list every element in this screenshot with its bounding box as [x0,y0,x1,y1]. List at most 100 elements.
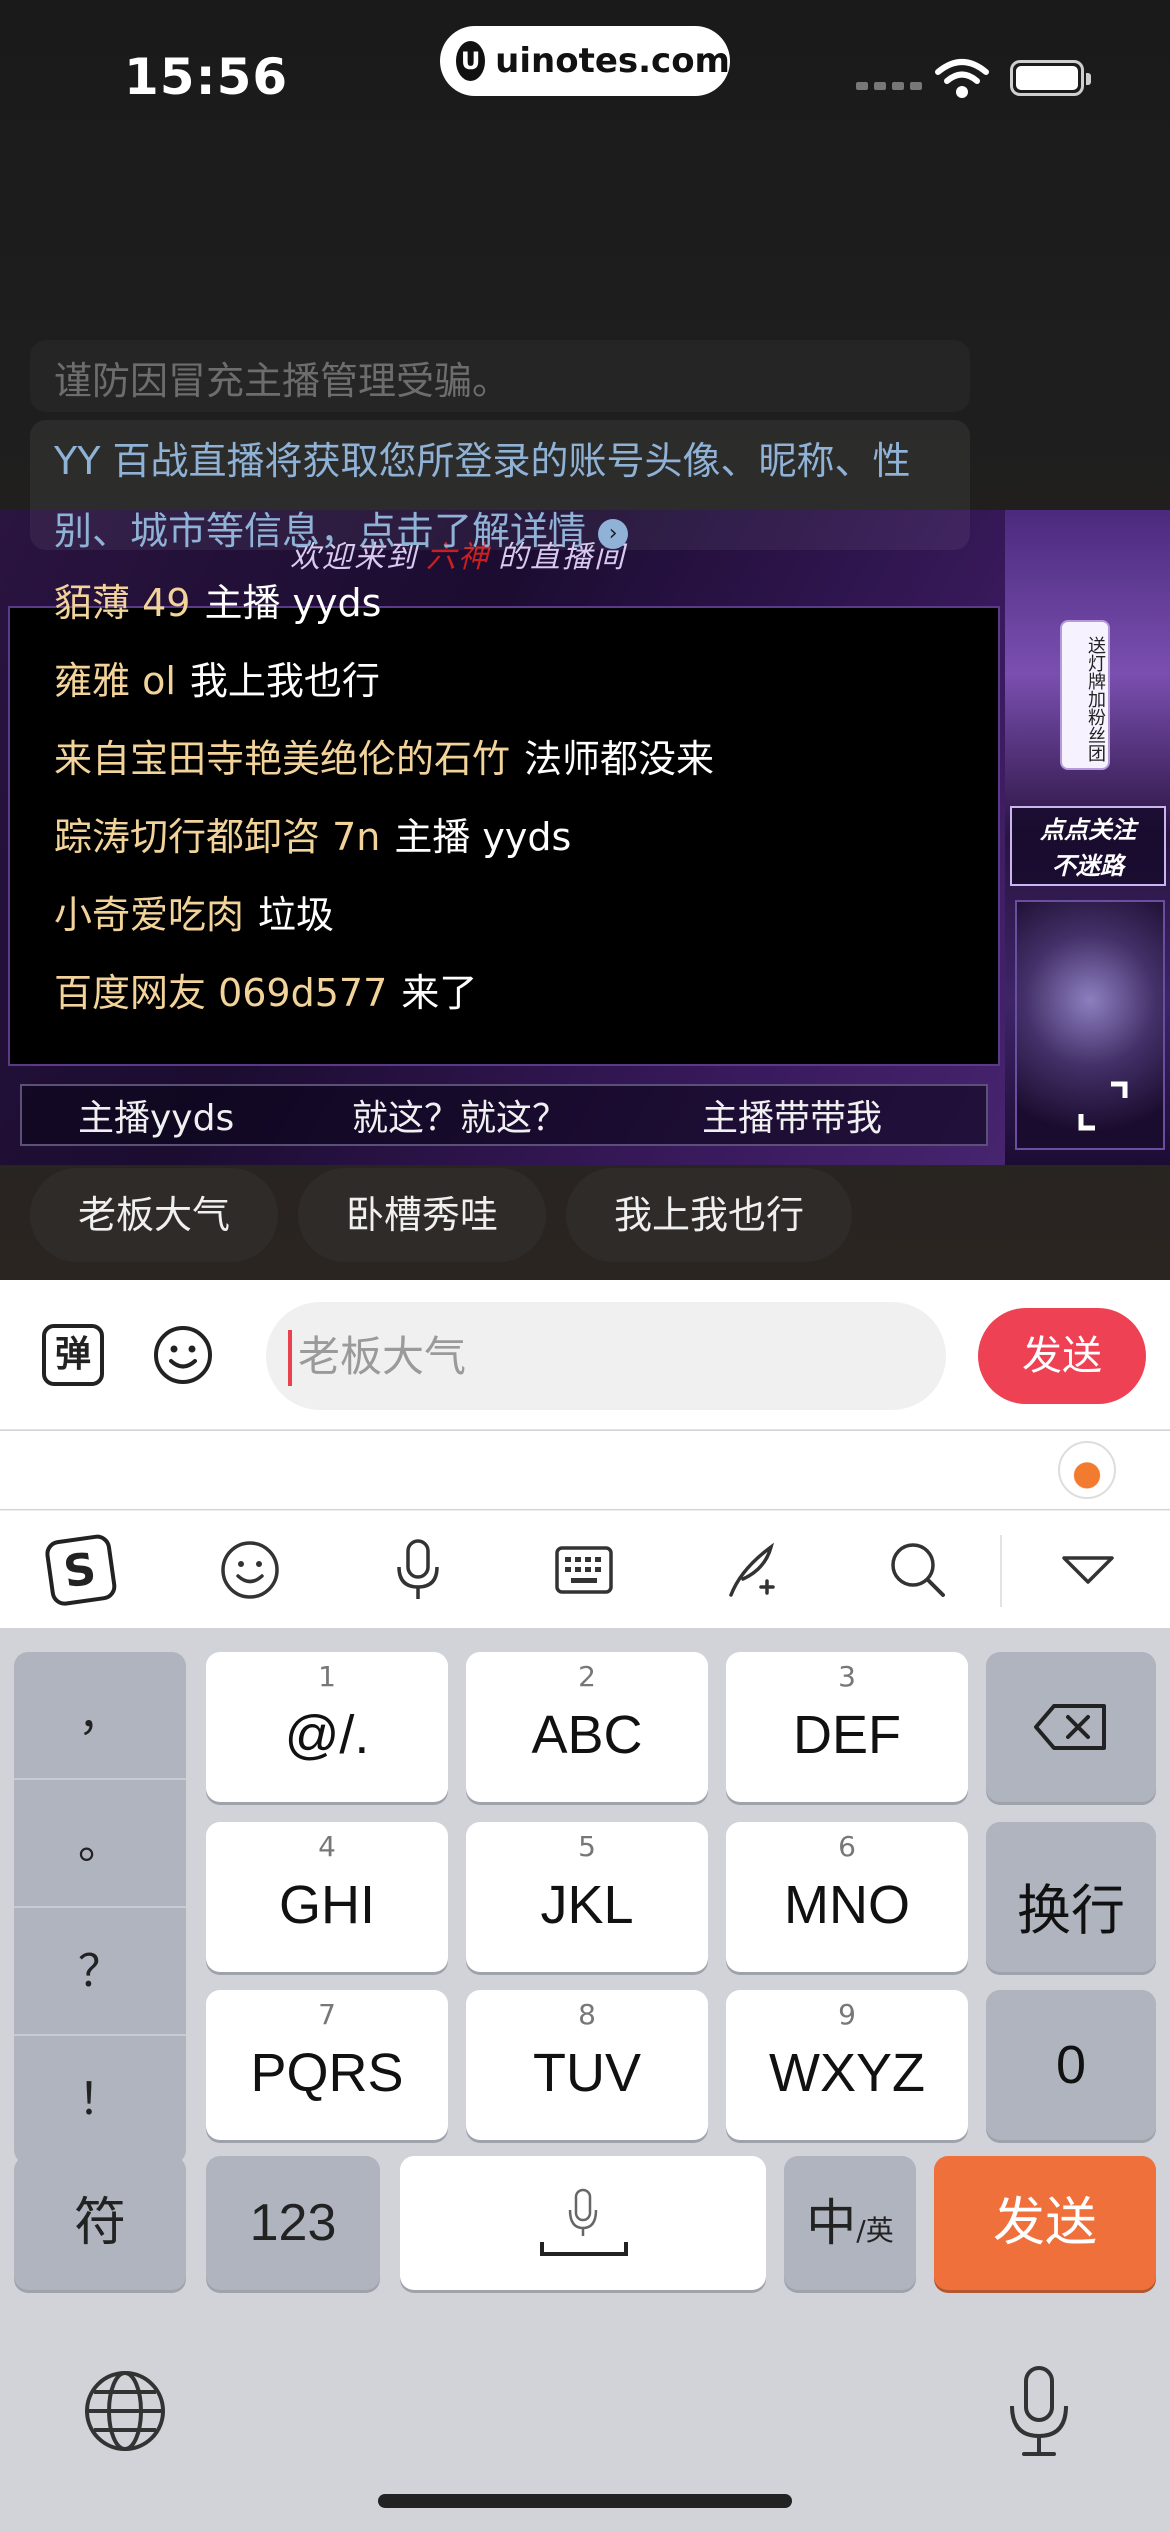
suggestion-chips: 老板大气 卧槽秀哇 我上我也行 [30,1168,853,1262]
key-number: 5 [578,1830,596,1863]
suggestion-chip[interactable]: 卧槽秀哇 [298,1168,547,1262]
privacy-text: YY 百战直播将获取您所登录的账号头像、昵称、性别、城市等信息，点击了解详情 [54,439,911,553]
key-0[interactable]: 0 [986,1990,1156,2140]
key-number: 9 [838,1998,856,2031]
chat-message: 来自宝田寺艳美绝伦的石竹 法师都没来 [54,728,714,806]
key-number: 6 [838,1830,856,1863]
chat-user[interactable]: 貊薄 49 [54,581,190,625]
chat-text: 主播 yyds [204,581,382,625]
quick-phrase[interactable]: 就这？就这？ [352,1089,568,1141]
key-letters: DEF [793,1705,901,1765]
privacy-notice[interactable]: YY 百战直播将获取您所登录的账号头像、昵称、性别、城市等信息，点击了解详情 › [30,420,970,553]
globe-icon[interactable] [82,2368,168,2454]
follow-tag[interactable]: 点点关注 不迷路 [1010,806,1166,886]
quick-phrase-bar: 主播yyds 就这？就这？ 主播带带我 [20,1084,988,1146]
chat-text: 法师都没来 [524,737,715,781]
status-time: 15:56 [124,48,289,106]
search-icon[interactable] [878,1535,958,1605]
danmu-toggle-button[interactable]: 弹 [42,1324,104,1386]
key-2[interactable]: 2 ABC [466,1652,708,1802]
key-5[interactable]: 5 JKL [466,1822,708,1972]
send-button[interactable]: 发送 [978,1308,1146,1404]
follow-tag-line2: 不迷路 [1052,852,1124,880]
punct-key[interactable]: ， [14,1652,186,1780]
site-logo-icon: U [456,41,486,81]
lang-main: 中 [806,2194,857,2252]
chat-message: 小奇爱吃肉 垃圾 [54,884,714,962]
chat-text: 我上我也行 [189,659,380,703]
keyboard-toolbar: S [0,1510,1170,1628]
url-pill[interactable]: U uinotes.com [440,26,730,96]
ime-mascot-icon[interactable] [1058,1441,1116,1499]
chat-message: 貊薄 49 主播 yyds [54,572,714,650]
chat-message: 雍雅 ol 我上我也行 [54,650,714,728]
key-8[interactable]: 8 TUV [466,1990,708,2140]
toolbar-divider [1000,1535,1002,1607]
key-number: 1 [318,1660,336,1693]
space-mic-icon [540,2188,628,2256]
key-9[interactable]: 9 WXYZ [726,1990,968,2140]
fan-club-tag[interactable]: 送灯牌加粉丝团 [1060,620,1110,770]
punct-key[interactable]: ！ [14,2036,186,2164]
lang-sub: /英 [856,2214,894,2247]
comment-input[interactable] [266,1302,946,1410]
fraud-warning: 谨防因冒充主播管理受骗。 [30,340,970,412]
key-3[interactable]: 3 DEF [726,1652,968,1802]
chat-user[interactable]: 百度网友 069d577 [54,971,387,1015]
key-7[interactable]: 7 PQRS [206,1990,448,2140]
newline-label: 换行 [1017,1881,1125,1941]
chat-list: 貊薄 49 主播 yyds 雍雅 ol 我上我也行 来自宝田寺艳美绝伦的石竹 法师都没… [54,572,714,1040]
live-room: 15:56 U uinotes.com 谨防因冒充主播管理受骗。 欢迎来到 六神的… [0,0,1170,1280]
key-number: 8 [578,1998,596,2031]
newline-key[interactable]: 换行 [986,1822,1156,1972]
chat-user[interactable]: 踪涛切行都卸咨 7n [54,815,380,859]
emoji-icon[interactable] [152,1324,214,1386]
keyboard-send-key[interactable]: 发送 [934,2156,1156,2290]
ime-candidate-bar [0,1431,1170,1509]
arrow-right-icon: › [598,518,629,549]
key-6[interactable]: 6 MNO [726,1822,968,1972]
symbol-key[interactable]: 符 [14,2156,186,2290]
space-key[interactable] [400,2156,766,2290]
key-number: 2 [578,1660,596,1693]
quick-phrase[interactable]: 主播yyds [78,1089,234,1141]
key-number: 4 [318,1830,336,1863]
voice-input-icon[interactable] [378,1535,458,1605]
key-letters: PQRS [250,2043,404,2103]
emoji-icon[interactable] [210,1535,290,1605]
comment-input-bar: 弹 发送 [0,1280,1170,1430]
text-caret [288,1330,292,1386]
key-number: 7 [318,1998,336,2031]
suggestion-chip[interactable]: 我上我也行 [566,1168,853,1262]
chat-user[interactable]: 雍雅 ol [54,659,176,703]
key-4[interactable]: 4 GHI [206,1822,448,1972]
backspace-icon [1034,1704,1106,1750]
home-indicator[interactable] [378,2494,792,2508]
punct-key[interactable]: 。 [14,1780,186,1908]
chat-user[interactable]: 来自宝田寺艳美绝伦的石竹 [54,737,510,781]
sogou-logo-icon[interactable]: S [42,1534,122,1606]
chat-message: 踪涛切行都卸咨 7n 主播 yyds [54,806,714,884]
chat-user[interactable]: 小奇爱吃肉 [54,893,244,937]
collapse-keyboard-icon[interactable] [1048,1535,1128,1605]
key-letters: MNO [784,1875,910,1935]
quick-phrase[interactable]: 主播带带我 [702,1089,882,1141]
chat-message: 百度网友 069d577 来了 [54,962,714,1040]
zero-label: 0 [1055,2035,1087,2095]
key-1[interactable]: 1 @/. [206,1652,448,1802]
wifi-icon [935,59,989,98]
numbers-key[interactable]: 123 [206,2156,380,2290]
key-letters: WXYZ [769,2043,925,2103]
fullscreen-icon[interactable] [1075,1078,1131,1134]
dictation-mic-icon[interactable] [1004,2362,1074,2462]
key-letters: TUV [533,2043,641,2103]
handwriting-icon[interactable] [712,1535,792,1605]
chat-text: 主播 yyds [394,815,572,859]
suggestion-chip[interactable]: 老板大气 [30,1168,279,1262]
keyboard-switch-icon[interactable] [544,1535,624,1605]
chat-text: 垃圾 [258,893,335,937]
key-letters: JKL [540,1875,634,1935]
language-switch-key[interactable]: 中/英 [784,2156,916,2290]
punct-key[interactable]: ？ [14,1908,186,2036]
backspace-key[interactable] [986,1652,1156,1802]
